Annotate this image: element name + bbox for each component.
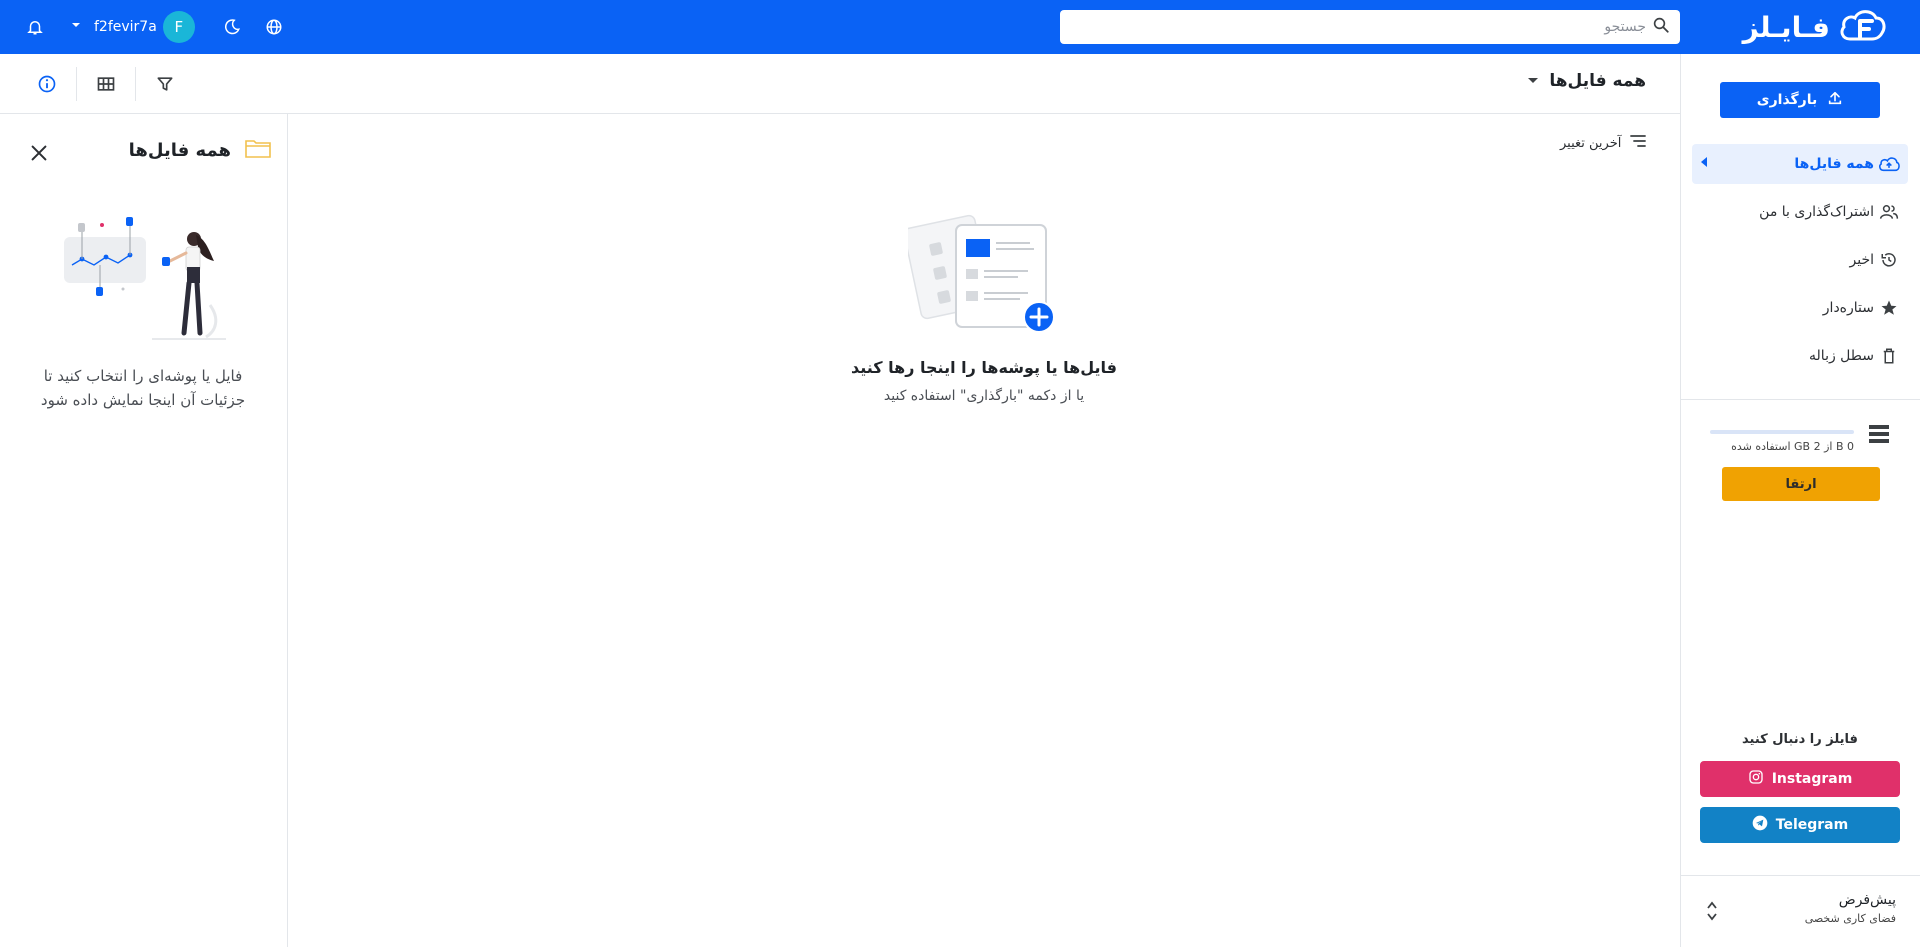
chevron-down-icon bbox=[70, 19, 82, 35]
sidebar-item-trash[interactable]: سطل زباله bbox=[1692, 332, 1908, 380]
info-icon[interactable] bbox=[30, 67, 64, 101]
toolbar-divider bbox=[135, 67, 136, 101]
breadcrumb-label: همه فایل‌ها bbox=[1549, 71, 1646, 91]
top-bar: فـایـلز f2fevir7a F bbox=[0, 0, 1920, 54]
view-tools bbox=[30, 67, 182, 101]
upload-label: بارگذاری bbox=[1756, 92, 1818, 108]
empty-state-title: فایل‌ها یا پوشه‌ها را اینجا رها کنید bbox=[850, 358, 1118, 377]
main-toolbar: همه فایل‌ها bbox=[0, 54, 1680, 114]
chevron-up-down-icon bbox=[1706, 900, 1718, 926]
grid-view-icon[interactable] bbox=[89, 67, 123, 101]
telegram-icon bbox=[1752, 815, 1768, 835]
details-title: همه فایل‌ها bbox=[128, 140, 231, 161]
caret-down-icon bbox=[1527, 71, 1539, 91]
upgrade-button[interactable]: ارتقا bbox=[1722, 467, 1880, 501]
dark-mode-moon-icon[interactable] bbox=[215, 10, 249, 44]
sidebar-item-all-files[interactable]: همه فایل‌ها bbox=[1692, 144, 1908, 184]
workspace-subtitle: فضای کاری شخصی bbox=[1804, 912, 1896, 925]
search-icon[interactable] bbox=[1652, 16, 1670, 38]
sort-control[interactable]: آخرین تغییر bbox=[1560, 134, 1647, 152]
search-box bbox=[1060, 10, 1680, 44]
sidebar-item-label: ستاره‌دار bbox=[1822, 300, 1874, 316]
folder-icon bbox=[245, 138, 271, 163]
sidebar-item-shared-with-me[interactable]: اشتراک‌گذاری با من bbox=[1692, 188, 1908, 236]
details-illustration bbox=[60, 209, 230, 353]
username: f2fevir7a bbox=[94, 19, 157, 35]
star-icon bbox=[1878, 297, 1900, 319]
storage-icon bbox=[1868, 424, 1890, 448]
sidebar-item-starred[interactable]: ستاره‌دار bbox=[1692, 284, 1908, 332]
upload-icon bbox=[1827, 90, 1843, 110]
storage-text: 0 B از 2 GB استفاده شده bbox=[1731, 440, 1854, 453]
caret-left-icon bbox=[1700, 156, 1708, 172]
language-globe-icon[interactable] bbox=[257, 10, 291, 44]
sort-label: آخرین تغییر bbox=[1560, 135, 1622, 151]
instagram-button[interactable]: Instagram bbox=[1700, 761, 1900, 797]
details-header: همه فایل‌ها bbox=[129, 138, 271, 163]
top-actions: f2fevir7a F bbox=[18, 10, 291, 44]
brand-name: فـایـلز bbox=[1742, 10, 1830, 44]
sidebar: بارگذاری همه فایل‌ها اشتراک‌گذاری با من … bbox=[1680, 54, 1920, 947]
follow-title: فایلز را دنبال کنید bbox=[1742, 732, 1858, 747]
search-input[interactable] bbox=[1086, 19, 1646, 35]
workspace-name: پیش‌فرض bbox=[1838, 892, 1896, 908]
upload-button[interactable]: بارگذاری bbox=[1720, 82, 1880, 118]
instagram-label: Instagram bbox=[1771, 771, 1853, 787]
toolbar-divider bbox=[76, 67, 77, 101]
user-menu[interactable]: f2fevir7a F bbox=[70, 11, 195, 43]
storage-progress-bar bbox=[1710, 430, 1854, 434]
filter-icon[interactable] bbox=[148, 67, 182, 101]
trash-icon bbox=[1878, 345, 1900, 367]
instagram-icon bbox=[1748, 769, 1764, 789]
telegram-label: Telegram bbox=[1775, 817, 1849, 833]
empty-state-subtitle: یا از دکمه "بارگذاری" استفاده کنید bbox=[883, 388, 1085, 404]
sidebar-item-label: همه فایل‌ها bbox=[1794, 156, 1874, 172]
notifications-bell-icon[interactable] bbox=[18, 10, 52, 44]
sidebar-item-label: سطل زباله bbox=[1809, 348, 1874, 364]
breadcrumb[interactable]: همه فایل‌ها bbox=[1527, 71, 1646, 91]
workspace-switcher[interactable]: پیش‌فرض فضای کاری شخصی bbox=[1680, 875, 1920, 947]
brand-logo[interactable]: فـایـلز bbox=[1743, 6, 1886, 48]
history-icon bbox=[1878, 249, 1900, 271]
avatar: F bbox=[162, 11, 195, 43]
sidebar-nav: همه فایل‌ها اشتراک‌گذاری با من اخیر ستار… bbox=[1692, 144, 1908, 380]
details-message: فایل یا پوشه‌ای را انتخاب کنید تا جزئیات… bbox=[40, 367, 246, 409]
sort-icon bbox=[1629, 134, 1647, 152]
close-icon[interactable] bbox=[28, 142, 50, 168]
people-icon bbox=[1878, 201, 1900, 223]
sidebar-divider bbox=[1680, 399, 1920, 400]
logo-icon bbox=[1838, 5, 1886, 49]
empty-state-illustration bbox=[903, 203, 1058, 347]
cloud-upload-icon bbox=[1878, 153, 1900, 175]
details-panel: همه فایل‌ها فایل یا پوشه‌ای را انتخ bbox=[0, 114, 288, 947]
sidebar-item-label: اشتراک‌گذاری با من bbox=[1759, 204, 1874, 220]
sidebar-item-recent[interactable]: اخیر bbox=[1692, 236, 1908, 284]
sidebar-item-label: اخیر bbox=[1849, 252, 1875, 268]
telegram-button[interactable]: Telegram bbox=[1700, 807, 1900, 843]
